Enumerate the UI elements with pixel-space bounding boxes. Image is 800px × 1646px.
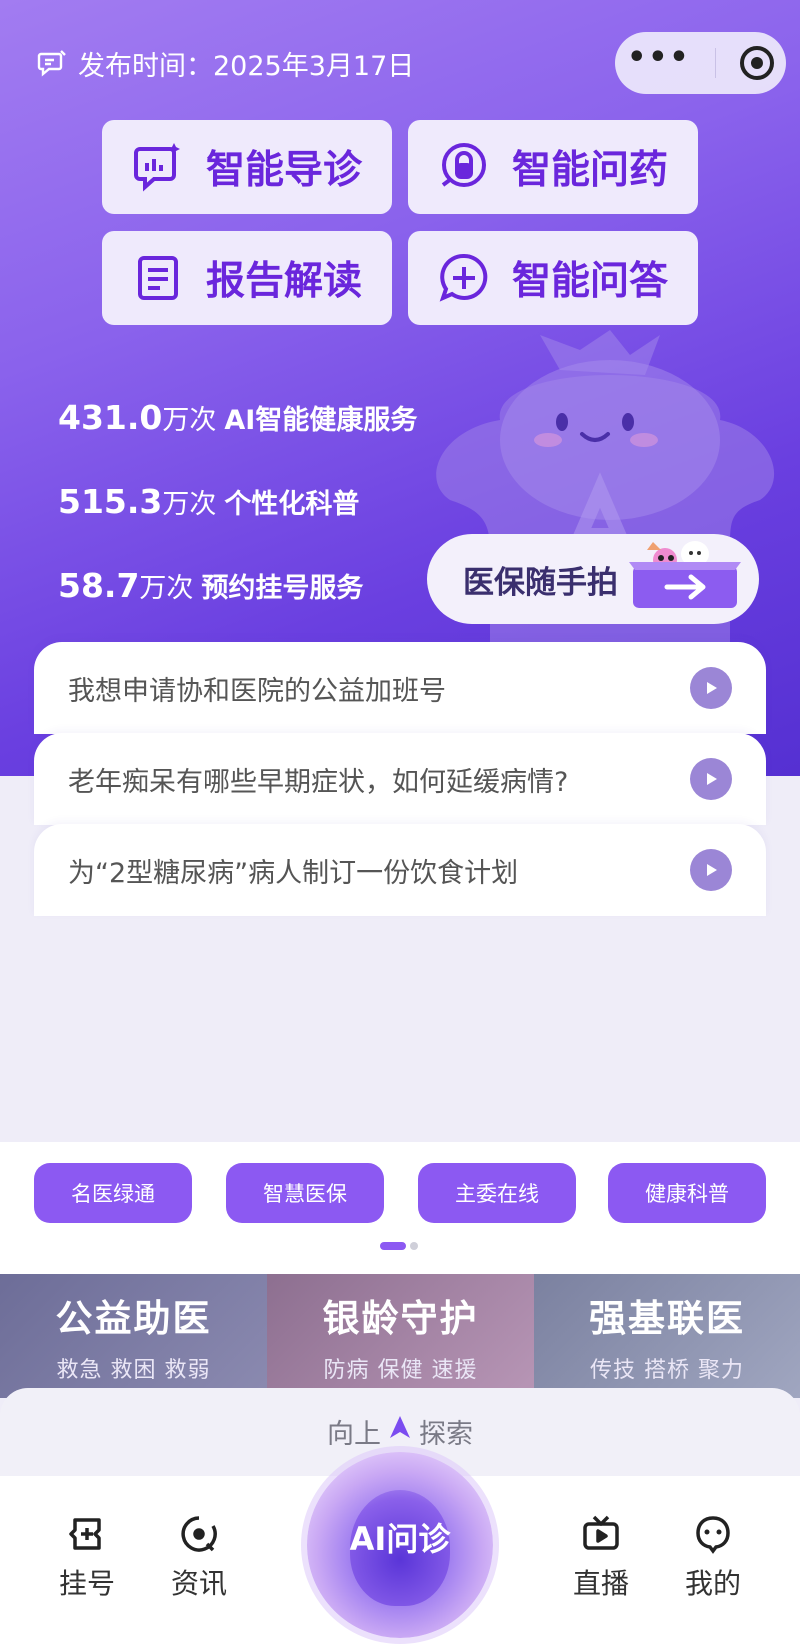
feature-smart-triage-button[interactable]: 智能导诊 <box>102 120 392 214</box>
banner-subtitle: 救急 救困 救弱 <box>56 1358 211 1383</box>
note-edit-icon <box>37 49 66 77</box>
banner-charity-aid[interactable]: 公益助医 救急 救困 救弱 <box>0 1274 267 1398</box>
stat-value: 431.0 <box>58 398 163 437</box>
banner-elderly-care[interactable]: 银龄守护 防病 保健 速援 <box>267 1274 534 1398</box>
quick-links-section: 名医绿通 智慧医保 主委在线 健康科普 <box>0 1142 800 1292</box>
ai-chart-chat-icon <box>133 143 180 192</box>
page-dot <box>410 1242 418 1250</box>
report-doc-icon <box>137 256 178 300</box>
tab-register[interactable]: 挂号 <box>42 1514 132 1602</box>
tv-live-icon <box>583 1515 619 1550</box>
stat-value: 58.7 <box>58 566 140 605</box>
page-dot-active <box>380 1242 406 1250</box>
explore-left-text: 向上 <box>327 1419 381 1450</box>
banner-grassroots-union[interactable]: 强基联医 传技 搭桥 聚力 <box>534 1274 800 1398</box>
release-info: 发布时间：2025年3月17日 <box>36 44 414 83</box>
feature-smart-qa-button[interactable]: 智能问答 <box>408 231 698 325</box>
play-icon[interactable] <box>690 758 732 800</box>
stat-desc: 个性化科普 <box>224 489 360 520</box>
box-arrow-icon <box>629 541 741 608</box>
feature-drug-consult-button[interactable]: 智能问药 <box>408 120 698 214</box>
plus-chat-icon <box>439 253 488 302</box>
ai-consult-button[interactable]: AI问诊 <box>307 1452 493 1638</box>
feature-report-reading-button[interactable]: 报告解读 <box>102 231 392 325</box>
tab-label: 直播 <box>572 1567 629 1600</box>
quick-link-health-science[interactable]: 健康科普 <box>608 1163 766 1223</box>
profile-face-icon <box>696 1516 730 1554</box>
stat-unit: 万次 <box>162 405 217 436</box>
insurance-snap-button[interactable]: 医保随手拍 <box>427 534 759 624</box>
stat-science: 515.3 万次 个性化科普 <box>58 482 359 521</box>
up-arrow-icon <box>390 1416 410 1438</box>
suggested-question[interactable]: 为“2型糖尿病”病人制订一份饮食计划 <box>34 824 766 916</box>
quick-link-smart-insurance[interactable]: 智慧医保 <box>226 1163 384 1223</box>
play-icon[interactable] <box>690 667 732 709</box>
tab-mine[interactable]: 我的 <box>668 1514 758 1602</box>
banner-subtitle: 传技 搭桥 聚力 <box>590 1358 744 1383</box>
stat-desc: AI智能健康服务 <box>224 405 418 436</box>
tab-label: 我的 <box>684 1567 741 1600</box>
more-icon[interactable]: ••• <box>627 43 691 73</box>
stat-registration: 58.7 万次 预约挂号服务 <box>58 566 363 605</box>
feature-label: 智能问药 <box>511 148 668 193</box>
page-indicator <box>380 1242 418 1250</box>
stat-unit: 万次 <box>139 573 194 604</box>
banner-subtitle: 防病 保健 速援 <box>323 1358 478 1383</box>
ai-consult-label: AI问诊 <box>349 1520 451 1558</box>
tab-label: 挂号 <box>58 1567 115 1600</box>
tab-live[interactable]: 直播 <box>556 1514 646 1602</box>
register-icon <box>69 1518 101 1550</box>
stat-ai-service: 431.0 万次 AI智能健康服务 <box>58 398 417 437</box>
tab-label: 资讯 <box>170 1567 227 1600</box>
close-target-icon[interactable] <box>739 46 774 80</box>
suggested-question[interactable]: 老年痴呆有哪些早期症状，如何延缓病情? <box>34 733 766 825</box>
banner-title: 公益助医 <box>55 1297 212 1340</box>
mini-program-capsule: ••• <box>615 32 786 94</box>
feature-label: 报告解读 <box>205 259 362 304</box>
release-label: 发布时间：2025年3月17日 <box>78 51 415 82</box>
capsule-divider <box>714 48 716 78</box>
feature-label: 智能问答 <box>511 259 668 304</box>
insurance-snap-label: 医保随手拍 <box>463 564 618 601</box>
stat-desc: 预约挂号服务 <box>201 573 364 604</box>
question-text: 为“2型糖尿病”病人制订一份饮食计划 <box>68 857 519 889</box>
suggested-question[interactable]: 我想申请协和医院的公益加班号 <box>34 642 766 734</box>
explore-right-text: 探索 <box>419 1419 473 1450</box>
question-text: 老年痴呆有哪些早期症状，如何延缓病情? <box>68 766 569 798</box>
play-icon[interactable] <box>690 849 732 891</box>
stat-unit: 万次 <box>162 489 217 520</box>
stat-value: 515.3 <box>58 482 163 521</box>
banner-title: 银龄守护 <box>322 1297 479 1340</box>
news-icon <box>181 1516 217 1552</box>
tab-news[interactable]: 资讯 <box>154 1514 244 1602</box>
quick-link-famous-doctor[interactable]: 名医绿通 <box>34 1163 192 1223</box>
quick-link-director-online[interactable]: 主委在线 <box>418 1163 576 1223</box>
pill-icon <box>441 143 486 187</box>
banner-title: 强基联医 <box>589 1297 745 1340</box>
question-text: 我想申请协和医院的公益加班号 <box>68 675 446 707</box>
feature-label: 智能导诊 <box>205 148 362 193</box>
